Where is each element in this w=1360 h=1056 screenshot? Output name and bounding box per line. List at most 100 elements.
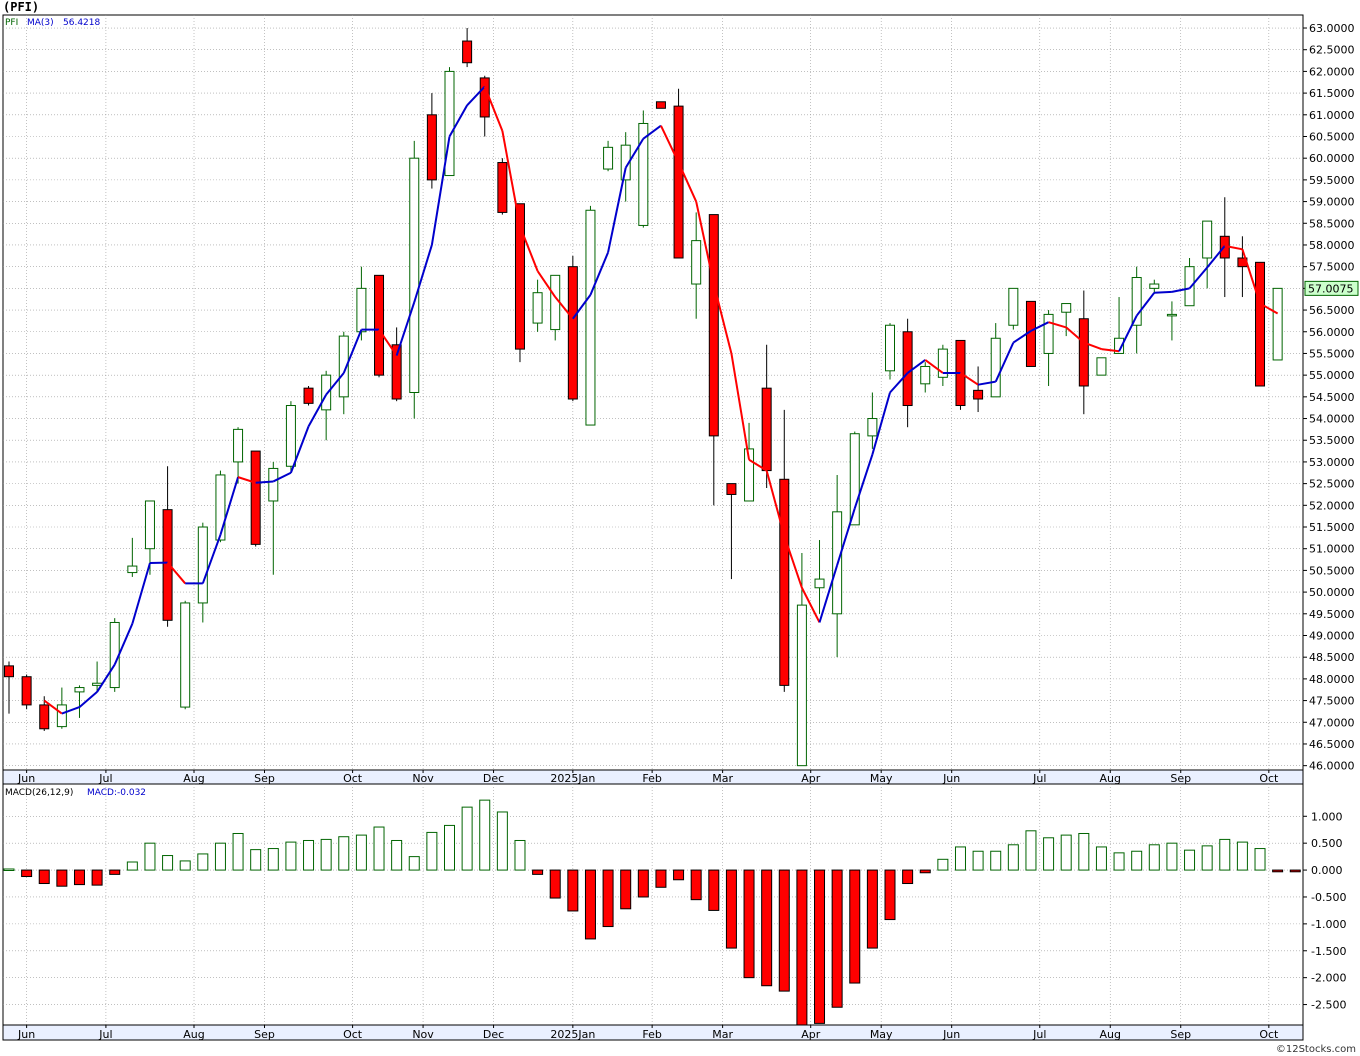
macd-legend-value: MACD:-0.032 — [87, 788, 146, 798]
price-tick-label: 54.5000 — [1309, 391, 1355, 404]
macd-bar-negative — [91, 869, 103, 886]
macd-x-label: 2025Jan — [550, 1028, 595, 1041]
price-tick-label: 47.0000 — [1309, 716, 1355, 729]
macd-x-label: Oct — [343, 1028, 363, 1041]
candle-body-up — [1149, 283, 1160, 289]
macd-bar-positive — [496, 811, 508, 871]
candle — [567, 255, 578, 402]
macd-bar-positive — [338, 836, 350, 871]
candle-body-up — [127, 565, 138, 574]
candle-body-down — [426, 114, 437, 181]
macd-bar-negative — [690, 869, 702, 901]
candle-body-up — [356, 287, 367, 333]
macd-x-label: Apr — [801, 1028, 821, 1041]
macd-x-label: Sep — [1170, 1028, 1191, 1041]
macd-bar-positive — [1043, 837, 1055, 871]
price-tick-label: 55.0000 — [1309, 369, 1355, 382]
macd-bar-positive — [1078, 832, 1090, 871]
macd-x-axis: Jun Jul Aug Sep Oct Nov Dec 2025Jan Feb Mar Apr May… — [2, 1024, 1304, 1041]
macd-bar-negative — [743, 869, 755, 979]
candle-body-up — [268, 467, 279, 502]
macd-bar-negative — [584, 869, 596, 940]
legend-ma-value: 56.4218 — [63, 18, 100, 28]
candle-body-up — [92, 682, 103, 686]
candle-body-down — [708, 214, 719, 437]
price-tick-label: 50.0000 — [1309, 586, 1355, 599]
macd-bar-positive — [408, 856, 420, 871]
macd-bar-positive — [197, 853, 209, 871]
price-x-label: Aug — [183, 772, 204, 785]
macd-bar-negative — [602, 869, 614, 928]
macd-bar-positive — [179, 860, 191, 871]
candle-body-up — [920, 365, 931, 385]
price-x-label: Apr — [801, 772, 821, 785]
macd-bar-positive — [126, 861, 138, 871]
candle-body-up — [233, 428, 244, 463]
price-tick-label: 48.5000 — [1309, 651, 1355, 664]
candle-body-up — [180, 602, 191, 708]
price-tick-label: 51.5000 — [1309, 521, 1355, 534]
price-tick-label: 46.0000 — [1309, 760, 1355, 773]
candle — [1272, 287, 1283, 361]
candle-body-up — [215, 474, 226, 541]
macd-bar-positive — [426, 831, 438, 871]
macd-x-label: Mar — [712, 1028, 733, 1041]
candle-body-down — [39, 704, 50, 730]
macd-bar-positive — [162, 855, 174, 871]
candle — [497, 158, 508, 215]
macd-x-label: Feb — [642, 1028, 661, 1041]
price-tick-label: 52.0000 — [1309, 499, 1355, 512]
macd-bar-negative — [655, 869, 667, 888]
candle-body-down — [726, 483, 737, 495]
macd-x-label: Sep — [254, 1028, 275, 1041]
price-x-label: Jul — [1032, 772, 1046, 785]
macd-bar-negative — [884, 869, 896, 921]
candle-body-down — [250, 450, 261, 545]
macd-bar-negative — [831, 869, 843, 1008]
candle — [374, 274, 385, 378]
macd-plot-frame — [2, 783, 1304, 1026]
price-tick-label: 50.5000 — [1309, 564, 1355, 577]
macd-tick-label: 0.000 — [1311, 864, 1343, 877]
candle-body-up — [1008, 287, 1019, 326]
candle — [585, 205, 596, 426]
macd-bar-positive — [972, 850, 984, 871]
candle-body-down — [567, 266, 578, 400]
candle — [655, 101, 666, 109]
macd-bar-positive — [1166, 842, 1178, 871]
price-x-label: Jun — [17, 772, 35, 785]
macd-panel: 1.000 0.500 0.000 -0.500 -1.000 -1.500 -2.000 -… — [2, 783, 1346, 1026]
macd-bar-positive — [250, 849, 262, 871]
candle-body-down — [4, 665, 14, 678]
candle-body-up — [321, 374, 332, 411]
price-x-label: Feb — [642, 772, 661, 785]
price-x-label: Oct — [1259, 772, 1279, 785]
macd-bar-positive — [937, 858, 949, 871]
candle-body-down — [479, 77, 490, 118]
price-tick-label: 53.0000 — [1309, 456, 1355, 469]
last-price-label: 57.0075 — [1308, 282, 1354, 295]
macd-x-label: Jul — [98, 1028, 112, 1041]
macd-bar-positive — [1060, 834, 1072, 871]
candle — [180, 600, 191, 710]
candle-body-up — [1043, 313, 1054, 354]
macd-bar-positive — [1254, 848, 1266, 871]
macd-bar-positive — [1095, 846, 1107, 871]
macd-tick-label: 0.500 — [1311, 837, 1343, 850]
macd-bar-positive — [1236, 841, 1248, 871]
macd-bar-positive — [267, 848, 279, 871]
candle-body-up — [990, 337, 1001, 398]
candle-body-up — [1184, 266, 1195, 307]
price-tick-label: 63.0000 — [1309, 22, 1355, 35]
macd-x-label: Aug — [183, 1028, 204, 1041]
macd-bar-negative — [38, 869, 50, 885]
candle — [638, 110, 649, 228]
macd-bar-negative — [919, 869, 931, 874]
macd-bar-positive — [1201, 845, 1213, 871]
macd-x-label: Aug — [1100, 1028, 1121, 1041]
candle-body-down — [374, 274, 385, 376]
legend-ticker: PFI — [5, 18, 18, 28]
price-x-axis: Jun Jul Aug Sep Oct Nov Dec 2025Jan Feb Mar Apr May… — [2, 769, 1304, 785]
price-tick-label: 52.5000 — [1309, 478, 1355, 491]
macd-bar-positive — [954, 846, 966, 871]
